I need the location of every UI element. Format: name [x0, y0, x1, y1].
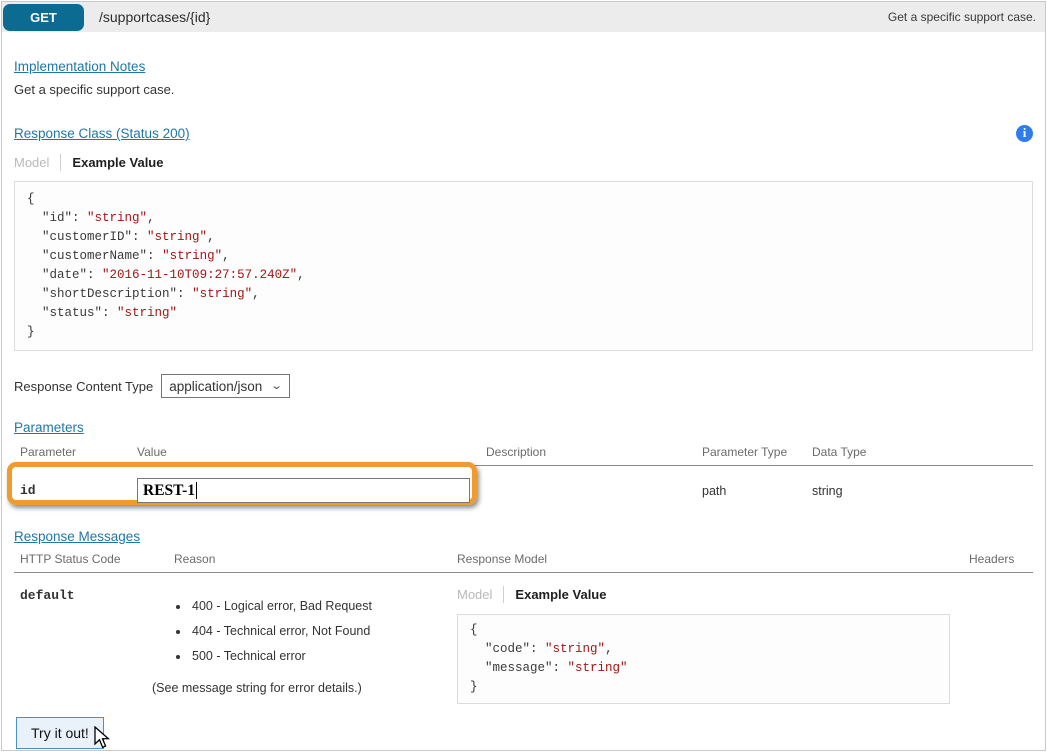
response-class-tabs: Model Example Value: [14, 154, 1033, 171]
info-icon[interactable]: i: [1016, 125, 1033, 142]
response-class-link[interactable]: Response Class (Status 200): [14, 126, 190, 141]
response-message-row-default: default 400 - Logical error, Bad Request…: [14, 573, 1033, 704]
tab-example-value[interactable]: Example Value: [61, 155, 163, 170]
chevron-down-icon: ⌄: [270, 381, 283, 391]
data-type-value: string: [812, 478, 1033, 503]
reason-item: 404 - Technical error, Not Found: [190, 624, 457, 638]
endpoint-path: /supportcases/{id}: [99, 9, 210, 25]
error-model-code: { "code": "string", "message": "string"}: [457, 614, 950, 704]
swagger-operation-panel: GET /supportcases/{id} Get a specific su…: [1, 1, 1046, 751]
parameters-table-header: Parameter Value Description Parameter Ty…: [14, 437, 1033, 466]
parameter-description: [486, 478, 702, 503]
col-reason: Reason: [174, 552, 457, 566]
reason-cell: 400 - Logical error, Bad Request 404 - T…: [174, 583, 457, 704]
status-code-default: default: [20, 583, 174, 704]
col-http-status-code: HTTP Status Code: [20, 552, 174, 566]
tab-model[interactable]: Model: [457, 587, 503, 602]
response-content-type-label: Response Content Type: [14, 379, 153, 394]
endpoint-header-bar[interactable]: GET /supportcases/{id} Get a specific su…: [2, 2, 1045, 32]
parameters-link[interactable]: Parameters: [14, 420, 84, 435]
operation-body: Implementation Notes Get a specific supp…: [2, 32, 1045, 749]
col-data-type: Data Type: [812, 445, 1033, 459]
col-response-model: Response Model: [457, 552, 969, 566]
tab-model[interactable]: Model: [14, 155, 60, 170]
col-headers: Headers: [969, 552, 1038, 566]
parameter-type-value: path: [702, 478, 812, 503]
response-model-tabs: Model Example Value: [457, 586, 969, 603]
col-parameter: Parameter: [20, 445, 137, 459]
parameter-row-id: id REST-1 path string: [14, 466, 1033, 517]
col-description: Description: [486, 445, 702, 459]
tab-example-value[interactable]: Example Value: [504, 587, 606, 602]
response-messages-link[interactable]: Response Messages: [14, 529, 140, 544]
try-it-out-button[interactable]: Try it out!: [16, 717, 104, 749]
reason-item: 400 - Logical error, Bad Request: [190, 599, 457, 613]
response-content-type-value: application/json: [169, 379, 262, 394]
http-method-badge[interactable]: GET: [3, 4, 84, 31]
id-value-input[interactable]: REST-1: [137, 478, 470, 503]
text-caret: [196, 482, 198, 499]
response-model-cell: Model Example Value { "code": "string", …: [457, 583, 969, 704]
response-messages-table-header: HTTP Status Code Reason Response Model H…: [14, 544, 1033, 573]
endpoint-summary: Get a specific support case.: [888, 10, 1036, 24]
headers-cell: [969, 583, 1033, 704]
implementation-notes-link[interactable]: Implementation Notes: [14, 59, 145, 74]
reason-item: 500 - Technical error: [190, 649, 457, 663]
reason-list: 400 - Logical error, Bad Request 404 - T…: [190, 599, 457, 663]
col-value: Value: [137, 445, 486, 459]
parameter-name: id: [20, 478, 137, 503]
col-parameter-type: Parameter Type: [702, 445, 812, 459]
reason-note: (See message string for error details.): [152, 681, 457, 695]
id-value-text: REST-1: [143, 482, 195, 500]
response-example-code: { "id": "string", "customerID": "string"…: [14, 181, 1033, 351]
implementation-notes-text: Get a specific support case.: [14, 82, 1033, 97]
response-content-type-select[interactable]: application/json ⌄: [161, 374, 289, 398]
